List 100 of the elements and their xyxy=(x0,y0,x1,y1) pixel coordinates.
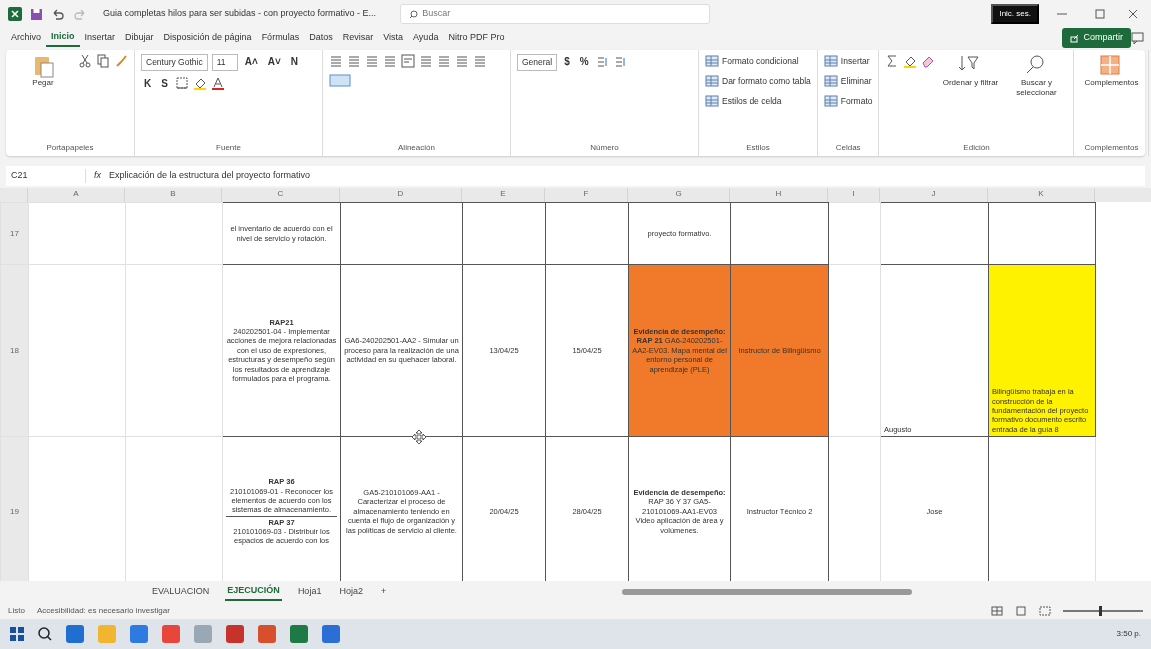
ribbon-button[interactable]: A˄ xyxy=(241,54,261,69)
undo-icon[interactable] xyxy=(51,8,65,20)
dropdown-field[interactable]: 11 xyxy=(211,54,238,71)
ribbon-button[interactable]: Formato condicional xyxy=(705,54,799,68)
ribbon-button[interactable]: A˅ xyxy=(264,54,284,69)
ribbon-button[interactable]: K xyxy=(141,75,155,91)
eraser-icon[interactable] xyxy=(921,54,936,68)
column-header[interactable]: G xyxy=(628,188,730,202)
redo-icon[interactable] xyxy=(73,8,87,20)
formula-field[interactable]: Explicación de la estructura del proyecto formativo xyxy=(109,169,1145,183)
paint-bucket-icon[interactable] xyxy=(903,54,918,68)
ribbon-button[interactable]: S xyxy=(158,75,171,91)
sheet-tab[interactable]: Hoja2 xyxy=(337,584,365,600)
ribbon-tab[interactable]: Ayuda xyxy=(408,30,444,46)
ribbon-tab[interactable]: Datos xyxy=(304,30,338,46)
ribbon-tab[interactable]: Archivo xyxy=(6,30,46,46)
ribbon-tab[interactable]: Disposición de página xyxy=(158,30,257,46)
table-icon xyxy=(823,54,838,68)
ribbon-tab[interactable]: Fórmulas xyxy=(256,30,305,46)
group-label: Edición xyxy=(962,142,991,154)
align-icon[interactable] xyxy=(473,54,487,68)
add-sheet-button[interactable]: + xyxy=(378,584,389,600)
column-header[interactable]: F xyxy=(545,188,628,202)
decimal-icon[interactable] xyxy=(613,54,628,68)
ribbon-tab[interactable]: Vista xyxy=(378,30,409,46)
column-header[interactable]: B xyxy=(125,188,222,202)
group-label: Complementos xyxy=(1083,142,1140,154)
align-icon[interactable] xyxy=(437,54,451,68)
ribbon-button[interactable]: Pegar xyxy=(12,54,74,88)
column-header[interactable]: E xyxy=(462,188,545,202)
align-icon[interactable] xyxy=(383,54,397,68)
fx-label: fx xyxy=(94,169,101,183)
column-header[interactable]: D xyxy=(340,188,462,202)
align-icon[interactable] xyxy=(365,54,379,68)
decimal-icon[interactable] xyxy=(595,54,610,68)
ribbon-tab[interactable]: Dibujar xyxy=(120,30,159,46)
search-field[interactable]: Buscar xyxy=(400,4,711,24)
dropdown-field[interactable]: General xyxy=(517,54,558,71)
ribbon-tab[interactable]: Revisar xyxy=(337,30,379,46)
ribbon-button[interactable]: $ xyxy=(561,54,573,69)
align-icon[interactable] xyxy=(455,54,469,68)
row-header[interactable]: 19 xyxy=(0,436,29,581)
ribbon-button[interactable]: Complementos xyxy=(1080,54,1143,88)
ribbon-tab[interactable]: Nitro PDF Pro xyxy=(443,30,510,46)
wrap-text-icon[interactable] xyxy=(401,54,415,68)
ribbon-tab[interactable]: Inicio xyxy=(46,29,80,47)
align-icon[interactable] xyxy=(419,54,433,68)
sheet-tab[interactable]: EJECUCIÓN xyxy=(225,583,282,601)
name-box[interactable]: C21 xyxy=(6,169,86,183)
ribbon-button[interactable]: Dar formato como tabla xyxy=(705,74,811,88)
windows-logo-icon[interactable] xyxy=(10,627,24,641)
scissors-icon[interactable] xyxy=(78,54,92,68)
save-icon[interactable] xyxy=(30,7,43,21)
app-tile-icon[interactable] xyxy=(290,625,308,643)
copy-icon[interactable] xyxy=(96,54,110,68)
row-header[interactable]: 17 xyxy=(0,202,29,265)
align-icon[interactable] xyxy=(329,54,343,68)
column-header[interactable]: H xyxy=(730,188,828,202)
scrollbar[interactable] xyxy=(622,589,913,595)
border-icon[interactable] xyxy=(174,75,189,90)
row-header[interactable]: 18 xyxy=(0,264,29,437)
ribbon-button[interactable]: Formato xyxy=(823,94,873,108)
column-header[interactable]: K xyxy=(988,188,1095,202)
brush-icon[interactable] xyxy=(114,54,128,68)
app-tile-icon[interactable] xyxy=(98,625,116,643)
app-tile-icon[interactable] xyxy=(258,625,276,643)
font-color-icon[interactable] xyxy=(210,75,225,90)
app-tile-icon[interactable] xyxy=(162,625,180,643)
accessibility-status[interactable]: Accesibilidad: es necesario investigar xyxy=(36,605,170,617)
merge-icon[interactable] xyxy=(329,73,351,87)
page-layout-icon[interactable] xyxy=(1015,606,1027,616)
ribbon-button[interactable]: Estilos de celda xyxy=(705,94,782,108)
ribbon-button[interactable]: Eliminar xyxy=(823,74,872,88)
ribbon-button[interactable]: Ordenar y filtrar xyxy=(939,54,1002,88)
column-header[interactable]: J xyxy=(880,188,988,202)
zoom-thumb[interactable] xyxy=(1099,606,1102,616)
sheet-tab[interactable]: Hoja1 xyxy=(295,584,324,600)
align-icon[interactable] xyxy=(347,54,361,68)
normal-view-icon[interactable] xyxy=(991,606,1003,616)
ribbon-button[interactable]: Buscar y seleccionar xyxy=(1005,54,1068,98)
ribbon-button[interactable]: % xyxy=(576,54,592,69)
ribbon-button[interactable]: N xyxy=(287,54,302,69)
page-break-icon[interactable] xyxy=(1039,606,1051,616)
app-tile-icon[interactable] xyxy=(226,625,244,643)
spreadsheet-logo-icon xyxy=(8,7,22,21)
search-icon[interactable] xyxy=(38,627,52,641)
group-label: Celdas xyxy=(834,142,862,154)
share-button[interactable]: Compartir xyxy=(1062,28,1131,48)
column-header[interactable]: C xyxy=(222,188,340,202)
ribbon-button[interactable]: Insertar xyxy=(823,54,870,68)
sign-in-button[interactable]: Inic. ses. xyxy=(991,4,1039,24)
dropdown-field[interactable]: Century Gothic xyxy=(141,54,208,71)
column-header[interactable]: I xyxy=(828,188,880,202)
app-tile-icon[interactable] xyxy=(130,625,148,643)
app-tile-icon[interactable] xyxy=(322,625,340,643)
sheet-tab[interactable]: EVALUACION xyxy=(150,584,212,600)
ribbon-tab[interactable]: Insertar xyxy=(79,30,121,46)
app-tile-icon[interactable] xyxy=(66,625,84,643)
comments-icon[interactable] xyxy=(1131,32,1145,44)
app-tile-icon[interactable] xyxy=(194,625,212,643)
